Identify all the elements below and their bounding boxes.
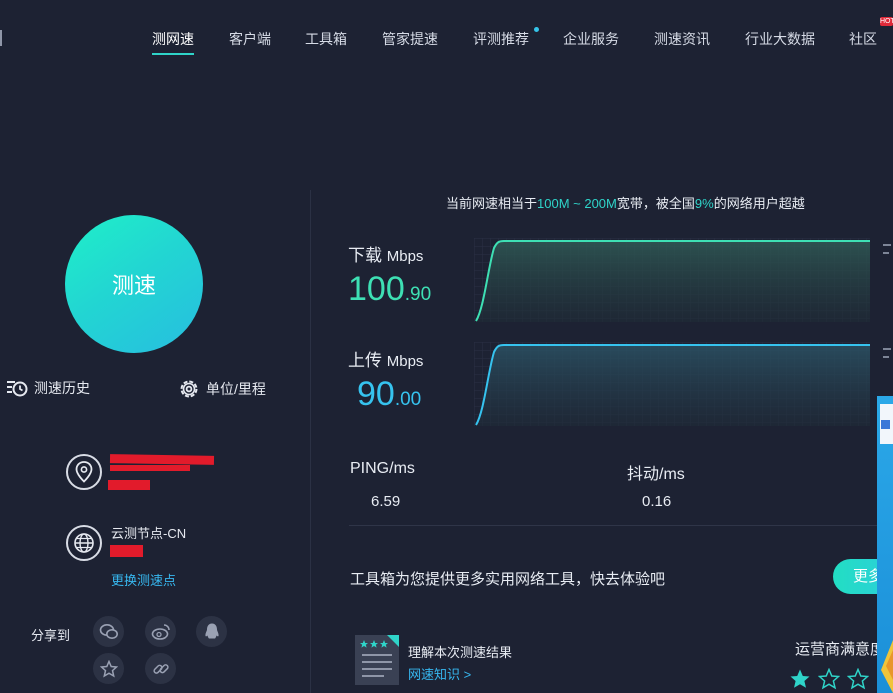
qq-icon	[204, 623, 219, 638]
download-speed-value: 100.90	[348, 270, 431, 309]
upload-speed-value: 90.00	[357, 375, 421, 414]
link-icon	[152, 663, 169, 674]
download-chart-edge-tick-2	[883, 252, 889, 254]
gear-icon	[180, 380, 198, 398]
history-link[interactable]: 测速历史	[6, 378, 90, 398]
download-label-text: 下载	[348, 246, 382, 265]
weibo-icon	[151, 623, 170, 640]
download-chart-edge-tick	[883, 244, 891, 246]
wechat-share-button[interactable]	[93, 616, 124, 647]
ping-value: 6.59	[371, 493, 401, 510]
qq-share-button[interactable]	[196, 616, 227, 647]
change-node-link[interactable]: 更换测速点	[111, 570, 176, 589]
download-value-dec: .90	[404, 284, 432, 305]
summary-middle: 宽带，被全国	[616, 196, 695, 211]
upload-chart-edge-tick-2	[883, 356, 889, 358]
hot-badge: HOT	[880, 17, 893, 26]
globe-icon	[66, 525, 102, 561]
unit-settings-label: 单位/里程	[206, 381, 266, 397]
speed-summary: 当前网速相当于100M ~ 200M宽带，被全国9%的网络用户超越	[446, 193, 805, 212]
location-pin-icon	[66, 454, 102, 490]
wechat-icon	[99, 623, 118, 639]
unit-settings-link[interactable]: 单位/里程	[178, 378, 266, 400]
jitter-value: 0.16	[642, 493, 672, 510]
upload-label-text: 上传	[348, 351, 382, 370]
download-label: 下载 Mbps	[348, 241, 423, 266]
nav-item-community[interactable]: 社区	[849, 29, 877, 49]
redacted-ip-2	[110, 465, 190, 471]
weibo-share-button[interactable]	[145, 616, 176, 647]
redacted-location	[108, 480, 150, 490]
redacted-ip	[109, 454, 215, 465]
side-widget-mark	[881, 420, 890, 429]
copy-link-button[interactable]	[145, 653, 176, 684]
summary-percent: 9%	[694, 196, 714, 211]
rating-star-3-icon[interactable]	[847, 668, 869, 690]
document-icon	[355, 635, 399, 685]
star-icon	[99, 659, 118, 678]
download-value-int: 100	[348, 270, 405, 308]
upload-chart-edge-tick	[883, 348, 891, 350]
ping-label: PING/ms	[350, 460, 415, 477]
summary-suffix: 的网络用户超越	[713, 196, 805, 211]
nav-item-toolbox[interactable]: 工具箱	[305, 29, 347, 49]
rating-star-2-icon[interactable]	[818, 668, 840, 690]
side-widget-decoration	[881, 640, 893, 693]
panel-divider	[310, 190, 311, 693]
nav-item-enterprise[interactable]: 企业服务	[563, 29, 619, 49]
speedtest-button-label: 测速	[111, 273, 156, 298]
download-unit: Mbps	[386, 248, 424, 265]
upload-value-dec: .00	[394, 389, 422, 410]
upload-unit: Mbps	[386, 353, 424, 370]
knowledge-title: 理解本次测速结果	[408, 645, 513, 660]
start-speedtest-button[interactable]: 测速	[65, 215, 203, 353]
favorite-share-button[interactable]	[93, 653, 124, 684]
upload-label: 上传 Mbps	[348, 346, 423, 371]
carrier-satisfaction-title: 运营商满意度	[795, 641, 886, 658]
nav-item-reviews[interactable]: 评测推荐	[473, 29, 529, 49]
jitter-label: 抖动/ms	[627, 466, 685, 483]
speed-knowledge-link[interactable]: 网速知识 >	[408, 664, 471, 683]
history-label: 测速历史	[34, 380, 90, 396]
share-label: 分享到	[31, 628, 71, 643]
nav-item-client[interactable]: 客户端	[229, 29, 271, 49]
nav-item-speedtest[interactable]: 测网速	[152, 29, 194, 55]
upload-value-int: 90	[357, 375, 395, 413]
history-icon	[7, 381, 28, 397]
summary-bandwidth: 100M ~ 200M	[537, 196, 617, 211]
stats-divider	[349, 525, 879, 526]
nav-item-news[interactable]: 测速资讯	[654, 29, 710, 49]
toolbox-promo-text: 工具箱为您提供更多实用网络工具，快去体验吧	[350, 571, 666, 588]
nav-item-bigdata[interactable]: 行业大数据	[745, 29, 815, 49]
nav-item-boost[interactable]: 管家提速	[382, 29, 438, 49]
rating-star-1-icon[interactable]	[789, 668, 811, 690]
node-name: 云测节点-CN	[111, 526, 187, 541]
top-nav: 测网速 客户端 工具箱 管家提速 评测推荐 企业服务 测速资讯 行业大数据 社区…	[0, 0, 893, 62]
summary-prefix: 当前网速相当于	[446, 196, 538, 211]
upload-speed-chart	[474, 342, 870, 426]
new-dot-indicator	[534, 27, 539, 32]
redacted-node-detail	[110, 545, 143, 557]
download-speed-chart	[474, 238, 870, 322]
